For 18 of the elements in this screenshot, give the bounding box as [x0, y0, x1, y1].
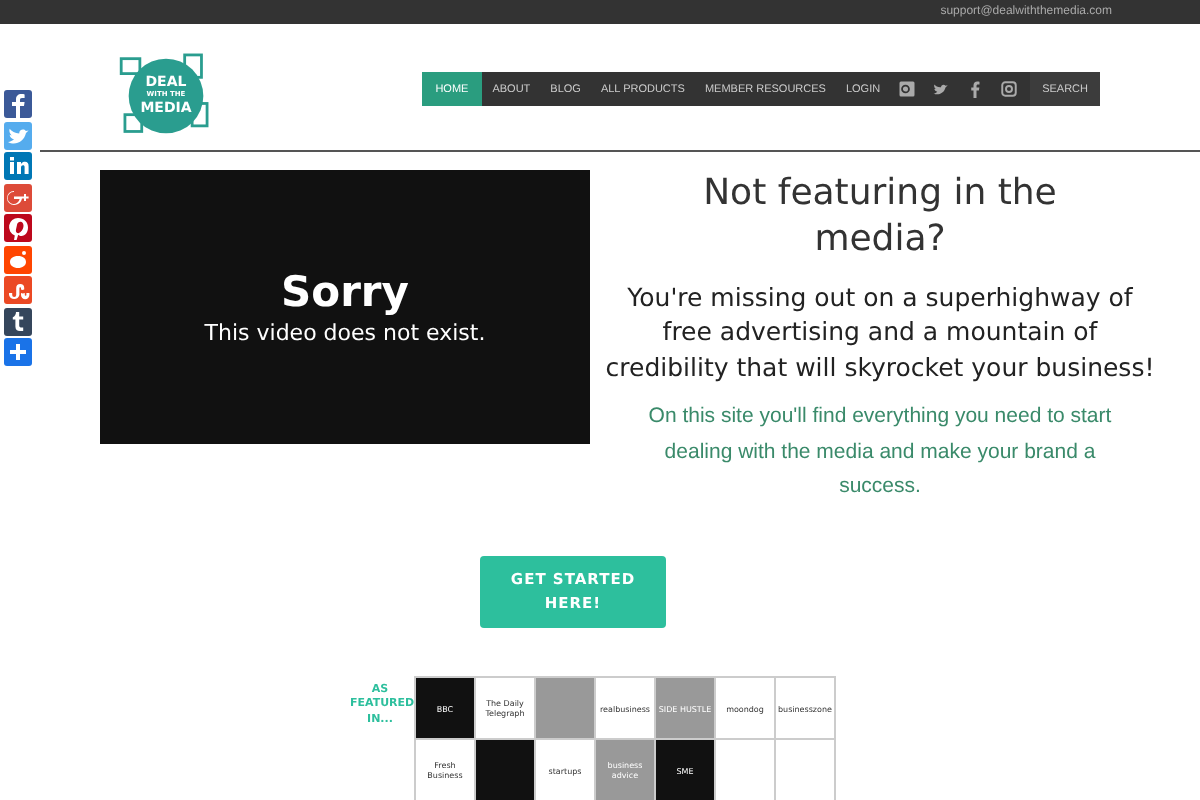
video-error-title: Sorry [281, 268, 409, 316]
hero-subheading: You're missing out on a superhighway of free advertising and a mountain of credibility that will skyrocket your business! [603, 279, 1157, 385]
tumblr-share-icon[interactable] [4, 307, 32, 335]
facebook-share-icon[interactable] [4, 90, 32, 118]
video-error-message: This video does not exist. [204, 320, 486, 346]
facebook-icon[interactable] [966, 80, 985, 98]
media-logo [476, 740, 536, 800]
twitter-icon[interactable] [932, 80, 951, 98]
addthis-share-icon[interactable] [4, 338, 32, 366]
video-player[interactable]: Sorry This video does not exist. [100, 170, 590, 444]
googleplus-share-icon[interactable] [4, 183, 32, 211]
reddit-share-icon[interactable] [4, 245, 32, 273]
linkedin-share-icon[interactable] [4, 152, 32, 180]
stumbleupon-share-icon[interactable] [4, 276, 32, 304]
hero-heading: Not featuring in the media? [701, 170, 1059, 264]
instagram-icon[interactable] [1000, 80, 1019, 98]
hero-text: On this site you'll find everything you need to start dealing with the media and make your brand a success. [646, 402, 1114, 502]
pinterest-share-icon[interactable] [4, 214, 32, 242]
